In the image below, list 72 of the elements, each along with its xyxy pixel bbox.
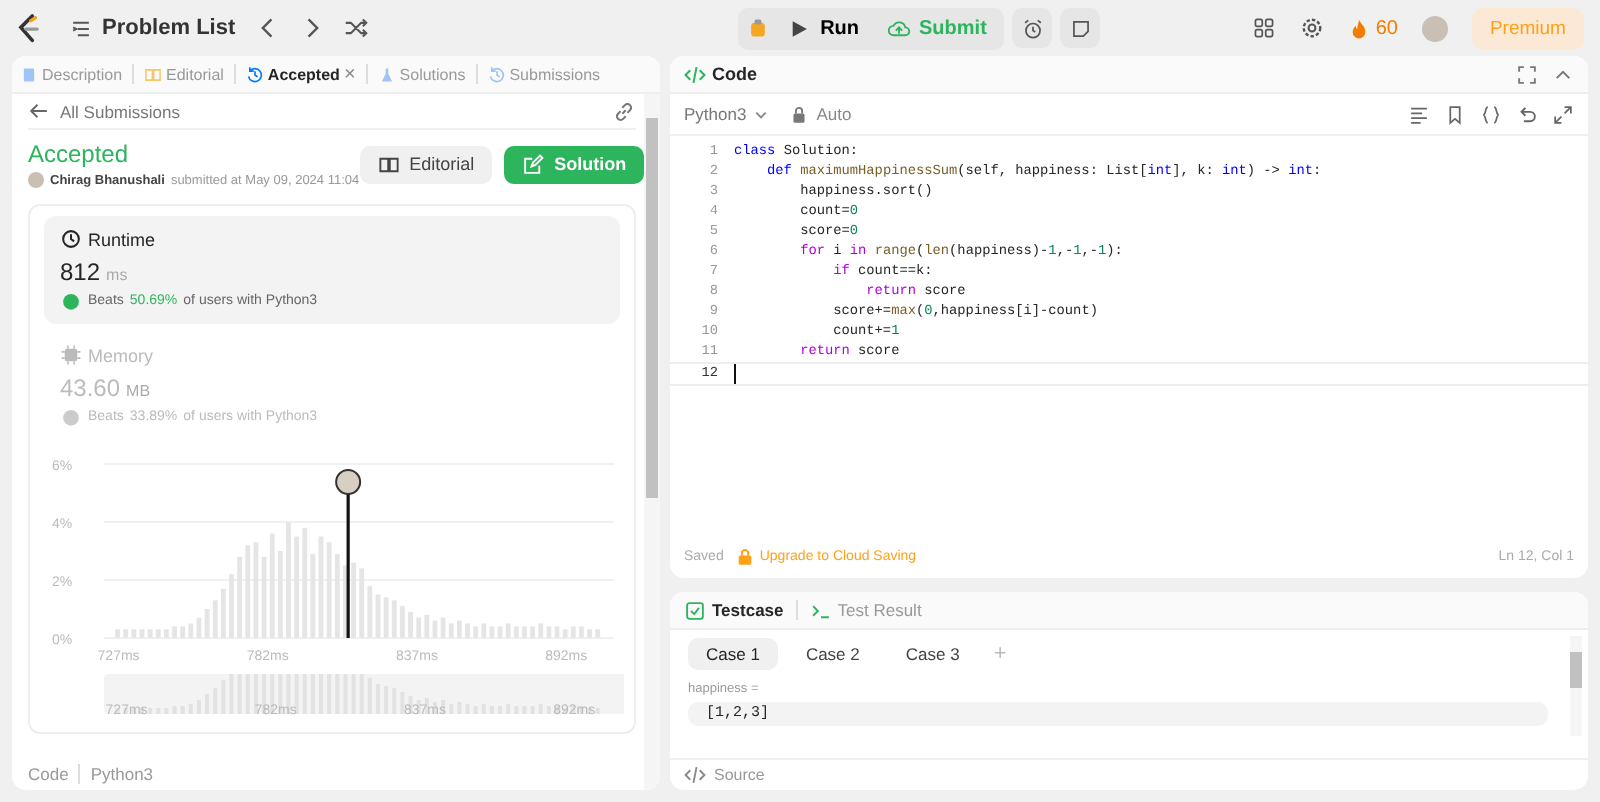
scrollbar[interactable] — [644, 94, 660, 790]
submission-status: Accepted — [28, 140, 131, 168]
panel-tab[interactable]: Test Result — [809, 599, 922, 621]
document-icon — [20, 65, 38, 83]
all-submissions-link[interactable]: All Submissions — [28, 100, 180, 122]
undo-icon[interactable] — [1516, 103, 1538, 125]
code-tab[interactable]: Code — [684, 63, 757, 85]
braces-icon[interactable] — [1480, 103, 1502, 125]
alarm-clock-icon — [1021, 17, 1044, 39]
book-icon — [377, 153, 400, 175]
metric-value: 812 — [60, 258, 101, 286]
source-tab[interactable]: Source — [670, 758, 1588, 790]
case-tab[interactable]: Case 2 — [787, 638, 878, 670]
code-icon — [684, 63, 706, 85]
panel-tab[interactable]: Editorial — [144, 65, 224, 83]
language-label: Python3 — [90, 764, 154, 784]
play-icon — [788, 17, 811, 39]
history-icon — [245, 65, 264, 83]
lock-icon — [733, 545, 756, 567]
runtime-marker[interactable] — [335, 469, 362, 638]
run-button[interactable]: Run — [778, 11, 870, 45]
flask-icon — [377, 65, 396, 83]
layout-grid-icon[interactable] — [1251, 16, 1276, 40]
code-label: Code — [28, 764, 69, 784]
metric-unit: MB — [126, 382, 151, 400]
close-tab-button[interactable]: × — [343, 63, 356, 85]
logo-icon[interactable] — [16, 13, 42, 43]
case-tab[interactable]: Case 1 — [688, 638, 778, 670]
code-icon — [684, 764, 706, 786]
auto-mode[interactable]: Auto — [788, 103, 852, 125]
badge-icon — [60, 406, 82, 428]
language-dropdown[interactable]: Python3 — [684, 103, 773, 125]
clock-icon — [60, 228, 82, 250]
scrollbar[interactable] — [1570, 636, 1582, 736]
link-icon[interactable] — [612, 99, 636, 123]
settings-icon[interactable] — [1299, 16, 1324, 40]
solution-button[interactable]: Solution — [504, 145, 645, 183]
expand-icon[interactable] — [1552, 103, 1574, 125]
case-tab[interactable]: Case 3 — [887, 638, 978, 670]
panel-tab[interactable]: Submissions — [487, 65, 601, 83]
panel-tab[interactable]: Solutions — [377, 65, 466, 83]
editorial-button[interactable]: Editorial — [359, 145, 493, 183]
note-icon — [1069, 17, 1092, 39]
chip-icon — [60, 344, 82, 366]
problem-list-button[interactable]: Problem List — [70, 16, 236, 40]
bookmark-icon[interactable] — [1444, 103, 1466, 125]
note-button[interactable] — [1060, 8, 1101, 48]
add-case-button[interactable]: + — [987, 642, 1013, 666]
cloud-upload-icon — [887, 17, 910, 39]
text-cursor — [734, 364, 736, 384]
shuffle-icon[interactable] — [343, 16, 368, 40]
badge-icon — [60, 290, 82, 312]
metric-unit: ms — [106, 266, 128, 284]
checkbox-icon — [684, 599, 706, 621]
lock-icon — [788, 103, 811, 125]
streak-counter[interactable]: 60 — [1347, 17, 1398, 39]
alarm-clock-button[interactable] — [1012, 8, 1053, 48]
book-icon — [144, 65, 163, 83]
edit-icon — [522, 153, 545, 175]
flame-icon — [1347, 17, 1370, 39]
metric-title: Runtime — [88, 229, 156, 249]
back-arrow-icon — [28, 100, 50, 122]
author-avatar — [28, 172, 44, 188]
history-icon — [487, 65, 506, 83]
panel-tab[interactable]: Accepted × — [245, 63, 356, 85]
format-icon[interactable] — [1408, 103, 1430, 125]
metric-value: 43.60 — [60, 374, 121, 402]
fullscreen-icon[interactable] — [1516, 63, 1538, 85]
panel-tab[interactable]: Description — [20, 65, 123, 83]
panel-tab[interactable]: Testcase — [684, 599, 784, 621]
metric-title: Memory — [88, 345, 154, 365]
list-icon — [70, 17, 92, 39]
